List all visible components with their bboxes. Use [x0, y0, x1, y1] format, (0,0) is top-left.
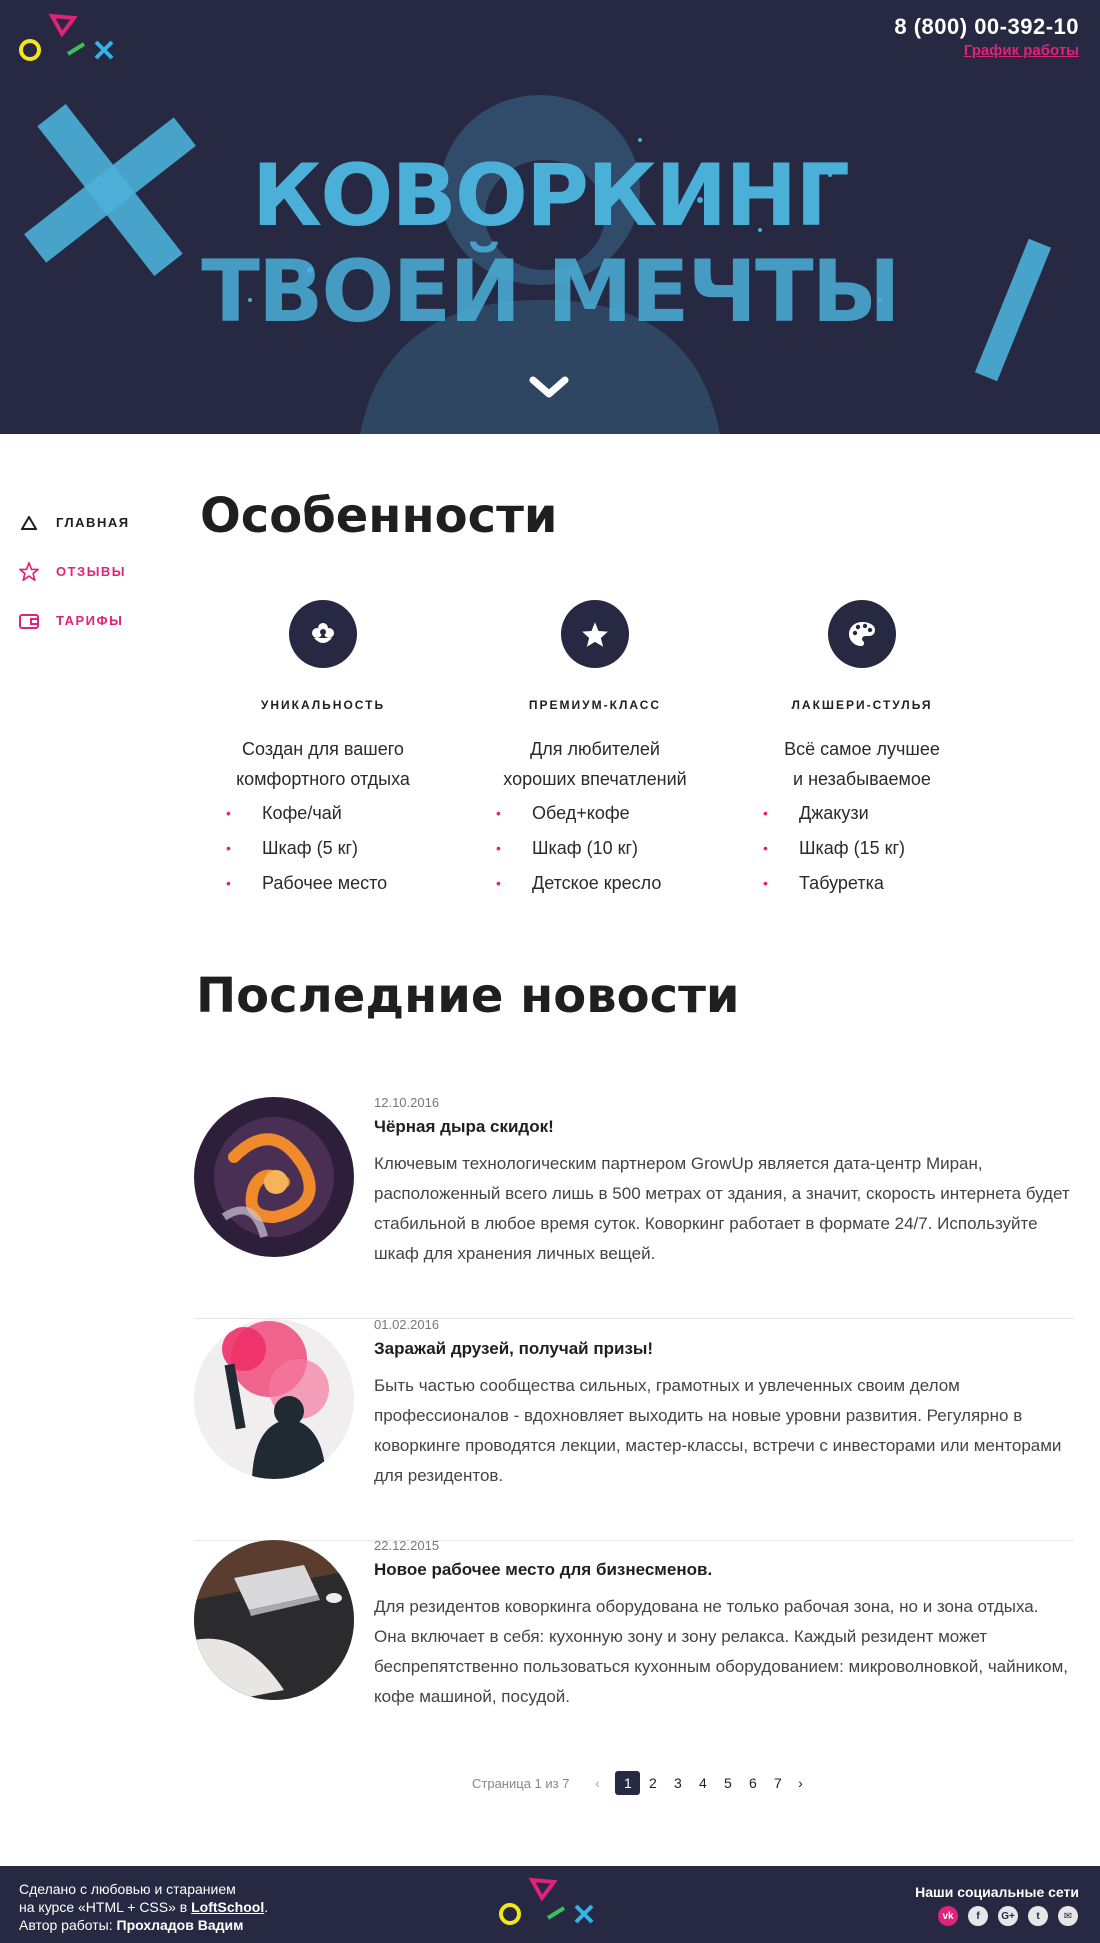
sidebar-item-label: Тарифы	[56, 613, 124, 628]
footer-logo[interactable]	[498, 1876, 600, 1928]
list-item: Кофе/чай	[226, 796, 448, 831]
feature-list: Джакузи Шкаф (15 кг) Табуретка	[763, 796, 987, 901]
sidebar-item-label: Отзывы	[56, 564, 127, 579]
feature-desc-line: хороших впечатлений	[503, 769, 687, 789]
hero-title-line2: твоей мечты	[201, 242, 901, 342]
credit-text: на курсе «HTML + CSS» в	[19, 1899, 192, 1915]
credit-line: на курсе «HTML + CSS» в LoftSchool.	[19, 1898, 268, 1916]
sidebar-item-tariffs[interactable]: Тарифы	[18, 596, 130, 645]
pagination-info: Страница 1 из 7	[472, 1775, 570, 1791]
hero-banner: 8 (800) 00-392-10 График работы Коворкин…	[0, 0, 1100, 434]
star-icon	[561, 600, 629, 668]
feature-desc-line: Всё самое лучшее	[784, 739, 940, 759]
sidebar-nav: Главная Отзывы Тарифы	[18, 498, 130, 645]
sidebar-item-reviews[interactable]: Отзывы	[18, 547, 130, 596]
pagination: Страница 1 из 7 ‹ 1 2 3 4 5 6 7 ›	[472, 1770, 810, 1796]
triangle-icon	[18, 512, 40, 534]
news-image[interactable]	[194, 1319, 354, 1479]
mail-icon[interactable]: ✉	[1058, 1906, 1078, 1926]
news-text: Для резидентов коворкинга оборудована не…	[374, 1597, 1069, 1706]
social-links: vk f G+ t ✉	[928, 1906, 1078, 1926]
feature-desc-line: Создан для вашего	[242, 739, 404, 759]
news-image[interactable]	[194, 1540, 354, 1700]
list-item: Обед+кофе	[496, 796, 720, 831]
site-logo[interactable]	[18, 12, 120, 64]
credit-line: Автор работы: Прохладов Вадим	[19, 1916, 268, 1934]
site-footer: Сделано с любовью и старанием на курсе «…	[0, 1866, 1100, 1943]
news-image[interactable]	[194, 1097, 354, 1257]
feature-card-premium: Премиум-класс Для любителей хороших впеч…	[470, 600, 720, 901]
list-item: Детское кресло	[496, 866, 720, 901]
page-button-1[interactable]: 1	[615, 1771, 641, 1795]
chevron-right-icon[interactable]: ›	[790, 1775, 810, 1791]
news-headline[interactable]: Новое рабочее место для бизнесменов.	[374, 1560, 712, 1580]
news-date: 01.02.2016	[374, 1317, 440, 1332]
social-title: Наши социальные сети	[915, 1884, 1079, 1900]
feature-description: Для любителей хороших впечатлений	[470, 734, 720, 794]
news-headline[interactable]: Чёрная дыра скидок!	[374, 1117, 554, 1137]
star-icon	[18, 561, 40, 583]
news-item: 12.10.2016 Чёрная дыра скидок! Ключевым …	[194, 1095, 1074, 1319]
palette-icon	[828, 600, 896, 668]
page-button-4[interactable]: 4	[690, 1771, 715, 1795]
features-title: Особенности	[200, 488, 558, 544]
list-item: Шкаф (5 кг)	[226, 831, 448, 866]
feature-title: Лакшери-стулья	[791, 698, 933, 712]
news-headline[interactable]: Заражай друзей, получай призы!	[374, 1339, 653, 1359]
news-item: 01.02.2016 Заражай друзей, получай призы…	[194, 1317, 1074, 1541]
chevron-left-icon[interactable]: ‹	[587, 1775, 607, 1791]
twitter-icon[interactable]: t	[1028, 1906, 1048, 1926]
feature-desc-line: Для любителей	[530, 739, 660, 759]
flower-icon	[289, 600, 357, 668]
footer-credit: Сделано с любовью и старанием на курсе «…	[19, 1880, 268, 1934]
credit-line: Сделано с любовью и старанием	[19, 1881, 236, 1897]
feature-desc-line: комфортного отдыха	[236, 769, 410, 789]
page-button-5[interactable]: 5	[715, 1771, 740, 1795]
chevron-down-icon[interactable]	[525, 370, 573, 404]
list-item: Рабочее место	[226, 866, 448, 901]
credit-text: Автор работы:	[19, 1917, 117, 1933]
feature-description: Создан для вашего комфортного отдыха	[198, 734, 448, 794]
feature-list: Обед+кофе Шкаф (10 кг) Детское кресло	[496, 796, 720, 901]
sidebar-item-label: Главная	[56, 515, 130, 530]
news-title: Последние новости	[196, 968, 740, 1024]
page-button-2[interactable]: 2	[640, 1771, 665, 1795]
list-item: Шкаф (15 кг)	[763, 831, 987, 866]
author-name: Прохладов Вадим	[116, 1917, 244, 1933]
loftschool-link[interactable]: LoftSchool	[191, 1899, 264, 1915]
news-item: 22.12.2015 Новое рабочее место для бизне…	[194, 1538, 1074, 1762]
feature-description: Всё самое лучшее и незабываемое	[737, 734, 987, 794]
news-date: 22.12.2015	[374, 1538, 440, 1553]
feature-card-luxury: Лакшери-стулья Всё самое лучшее и незабы…	[737, 600, 987, 901]
credit-text: .	[264, 1899, 269, 1915]
news-text: Ключевым технологическим партнером GrowU…	[374, 1154, 1070, 1263]
feature-title: Премиум-класс	[528, 698, 662, 712]
news-text: Быть частью сообщества сильных, грамотны…	[374, 1376, 1062, 1485]
feature-card-uniqueness: Уникальность Создан для вашего комфортно…	[198, 600, 448, 901]
news-date: 12.10.2016	[374, 1095, 440, 1110]
page-button-3[interactable]: 3	[665, 1771, 690, 1795]
schedule-link[interactable]: График работы	[964, 42, 1079, 59]
feature-desc-line: и незабываемое	[793, 769, 931, 789]
list-item: Джакузи	[763, 796, 987, 831]
google-plus-icon[interactable]: G+	[998, 1906, 1018, 1926]
vk-icon[interactable]: vk	[938, 1906, 958, 1926]
page-button-7[interactable]: 7	[765, 1771, 790, 1795]
facebook-icon[interactable]: f	[968, 1906, 988, 1926]
sidebar-item-home[interactable]: Главная	[18, 498, 130, 547]
page-button-6[interactable]: 6	[740, 1771, 765, 1795]
feature-title: Уникальность	[260, 698, 386, 712]
feature-list: Кофе/чай Шкаф (5 кг) Рабочее место	[226, 796, 448, 901]
hero-title-line1: Коворкинг	[251, 146, 850, 246]
phone-number[interactable]: 8 (800) 00-392-10	[894, 14, 1079, 40]
list-item: Шкаф (10 кг)	[496, 831, 720, 866]
wallet-icon	[18, 610, 40, 632]
list-item: Табуретка	[763, 866, 987, 901]
